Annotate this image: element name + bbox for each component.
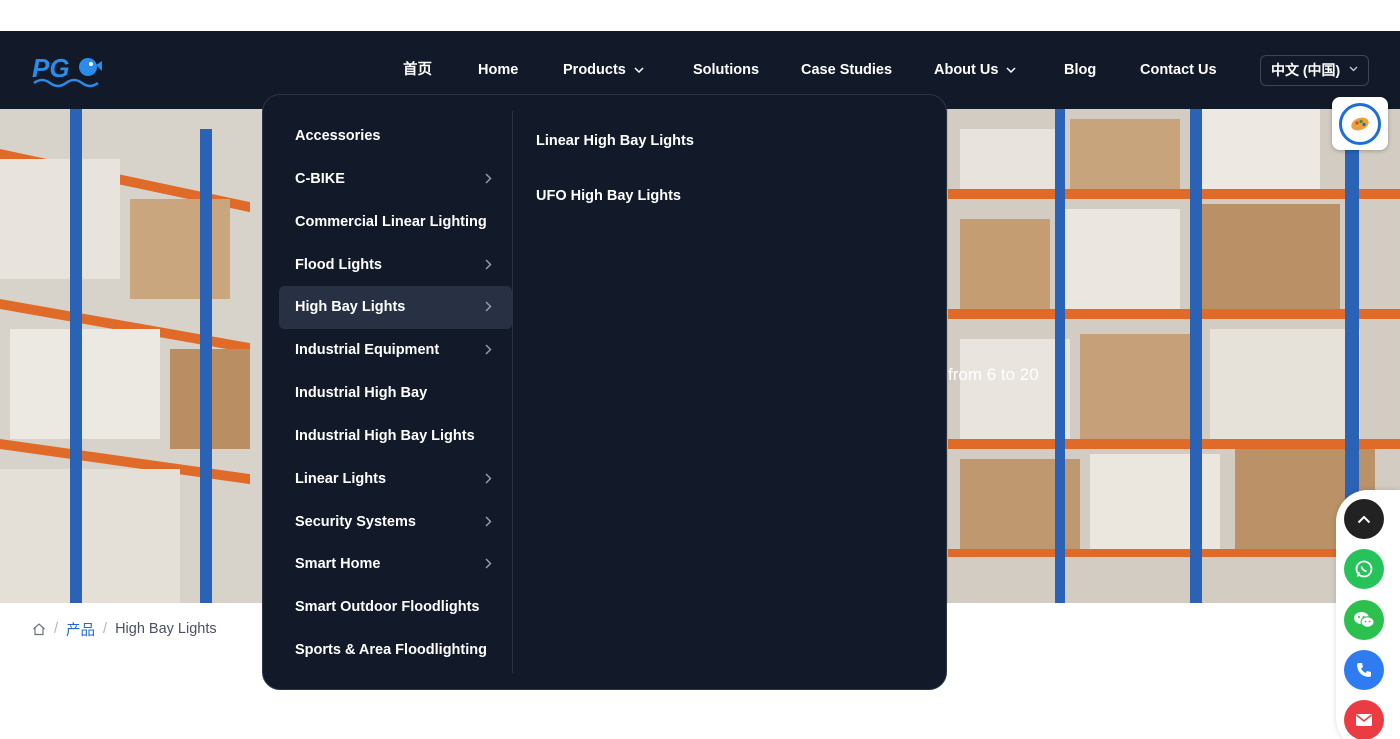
menu-item-label: Smart Home: [295, 556, 381, 572]
chevron-right-icon: [485, 516, 492, 527]
language-label: 中文 (中国): [1271, 62, 1341, 78]
chevron-down-icon: [634, 67, 644, 74]
breadcrumb-separator: /: [103, 621, 108, 637]
chevron-right-icon: [485, 301, 492, 312]
menu-item-accessories[interactable]: Accessories: [279, 115, 512, 158]
chevron-right-icon: [485, 344, 492, 355]
wechat-icon: [1354, 612, 1375, 628]
hero-subtitle-fragment: from 6 to 20: [948, 365, 1039, 384]
chevron-up-icon: [1357, 515, 1371, 523]
mail-icon: [1356, 714, 1372, 726]
menu-item-label: Industrial High Bay: [295, 385, 428, 401]
menu-item-c-bike[interactable]: C-BIKE: [279, 158, 512, 201]
chevron-right-icon: [485, 259, 492, 270]
menu-item-smart-outdoor-floodlights[interactable]: Smart Outdoor Floodlights: [279, 586, 512, 629]
menu-item-sports-area-floodlighting[interactable]: Sports & Area Floodlighting: [279, 629, 512, 672]
breadcrumb-current: High Bay Lights: [115, 621, 217, 637]
submenu-item-linear-high-bay-lights[interactable]: Linear High Bay Lights: [536, 133, 694, 149]
menu-item-label: Accessories: [295, 128, 381, 144]
nav-blog[interactable]: Blog: [1064, 31, 1096, 109]
menu-item-commercial-linear-lighting[interactable]: Commercial Linear Lighting: [279, 201, 512, 244]
top-strip: [0, 0, 1400, 31]
products-mega-menu: Accessories C-BIKE Commercial Linear Lig…: [262, 94, 947, 690]
menu-item-label: Linear Lights: [295, 471, 387, 487]
email-button[interactable]: [1344, 700, 1384, 739]
menu-item-linear-lights[interactable]: Linear Lights: [279, 458, 512, 501]
language-selector[interactable]: 中文 (中国): [1260, 55, 1369, 86]
submenu-item-ufo-high-bay-lights[interactable]: UFO High Bay Lights: [536, 188, 681, 204]
menu-item-label: High Bay Lights: [295, 299, 406, 315]
nav-about-us[interactable]: About Us: [934, 31, 1016, 109]
menu-item-high-bay-lights[interactable]: High Bay Lights: [279, 286, 512, 329]
menu-item-label: Flood Lights: [295, 257, 382, 273]
breadcrumb: / 产品 / High Bay Lights: [32, 619, 217, 639]
menu-item-security-systems[interactable]: Security Systems: [279, 501, 512, 544]
back-to-top-button[interactable]: [1344, 499, 1384, 539]
menu-item-label: Commercial Linear Lighting: [295, 214, 487, 230]
palette-icon: [1339, 103, 1381, 145]
menu-item-flood-lights[interactable]: Flood Lights: [279, 244, 512, 287]
chevron-right-icon: [485, 558, 492, 569]
logo-text: PG: [32, 53, 70, 83]
nav-about-us-label: About Us: [934, 62, 999, 78]
menu-item-label: Sports & Area Floodlighting: [295, 642, 487, 658]
chevron-right-icon: [485, 173, 492, 184]
phone-button[interactable]: [1344, 650, 1384, 690]
menu-item-smart-home[interactable]: Smart Home: [279, 543, 512, 586]
menu-item-label: Security Systems: [295, 514, 416, 530]
chevron-down-icon: [1006, 67, 1016, 74]
chevron-right-icon: [485, 473, 492, 484]
menu-item-industrial-high-bay-lights[interactable]: Industrial High Bay Lights: [279, 415, 512, 458]
nav-contact-us[interactable]: Contact Us: [1140, 31, 1217, 109]
menu-item-industrial-high-bay[interactable]: Industrial High Bay: [279, 372, 512, 415]
whatsapp-button[interactable]: [1344, 549, 1384, 589]
whatsapp-icon: [1355, 560, 1373, 578]
chevron-down-icon: [1349, 66, 1358, 72]
menu-item-label: Industrial Equipment: [295, 342, 440, 358]
menu-item-industrial-equipment[interactable]: Industrial Equipment: [279, 329, 512, 372]
menu-divider: [512, 111, 513, 673]
home-icon[interactable]: [32, 622, 46, 636]
nav-products-label: Products: [563, 62, 626, 78]
pg-logo[interactable]: PG: [32, 51, 104, 89]
floating-contact-bar: [1336, 490, 1400, 739]
breadcrumb-separator: /: [54, 621, 59, 637]
breadcrumb-products-link[interactable]: 产品: [66, 619, 95, 640]
menu-item-label: Industrial High Bay Lights: [295, 428, 475, 444]
phone-icon: [1357, 663, 1371, 677]
menu-item-label: Smart Outdoor Floodlights: [295, 599, 480, 615]
wechat-button[interactable]: [1344, 600, 1384, 640]
menu-item-label: C-BIKE: [295, 171, 345, 187]
accessibility-widget-button[interactable]: [1332, 97, 1388, 150]
